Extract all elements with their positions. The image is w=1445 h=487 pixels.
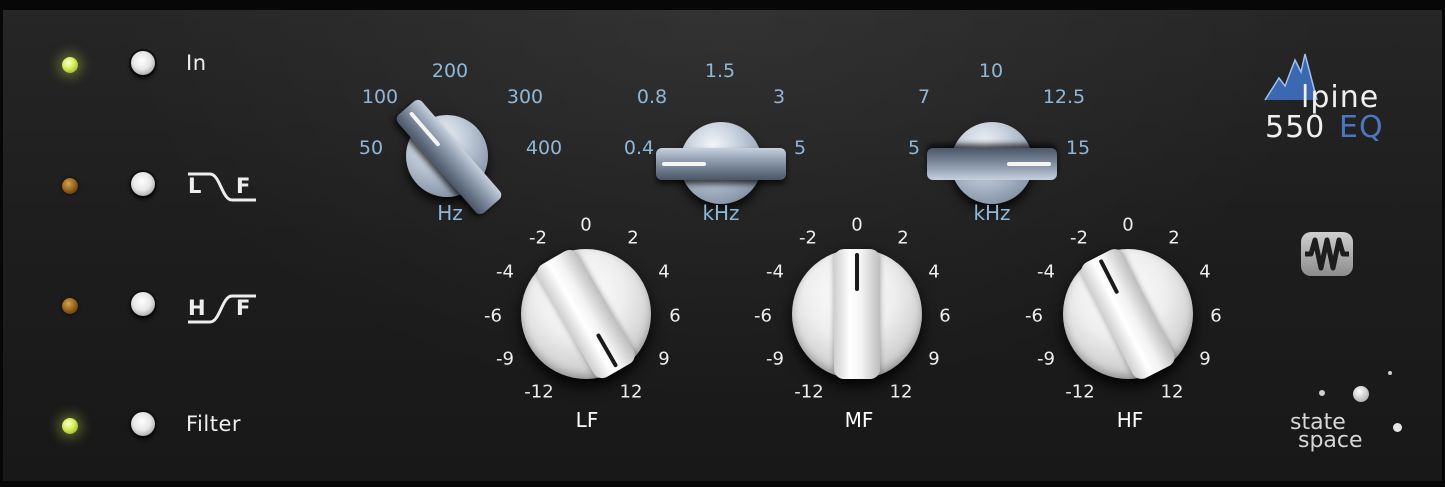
hf-gain-tick-label: 9 xyxy=(1199,348,1211,370)
mid-freq-tick-label: 1.5 xyxy=(704,60,736,82)
in-led xyxy=(62,57,78,73)
lf-gain-tick-label: 4 xyxy=(658,261,670,283)
low-freq-tick-label: 400 xyxy=(525,137,563,159)
mid-freq-indicator xyxy=(662,162,706,166)
high-freq-tick-label: 5 xyxy=(907,137,921,159)
mid-freq-pointer-bar xyxy=(656,148,786,180)
filter-button[interactable] xyxy=(131,412,155,436)
eq-panel: In L F H F Filter 50 100 200 300 400 Hz … xyxy=(0,0,1445,487)
high-freq-tick-label: 15 xyxy=(1065,137,1091,159)
mid-freq-tick-label: 5 xyxy=(793,137,807,159)
lf-gain-tick-label: -12 xyxy=(524,381,554,403)
lf-gain-tick-label: 2 xyxy=(627,227,639,249)
mf-gain-tick-label: 0 xyxy=(851,214,863,236)
filter-label: Filter xyxy=(186,412,242,436)
high-freq-unit: kHz xyxy=(973,201,1011,225)
high-freq-tick-label: 10 xyxy=(978,60,1004,82)
mf-gain-tick-label: -9 xyxy=(766,348,784,370)
dot-icon xyxy=(1393,423,1402,432)
hf-led xyxy=(62,298,78,314)
lf-gain-tick-label: -6 xyxy=(484,305,502,327)
mid-freq-tick-label: 3 xyxy=(772,86,786,108)
hf-gain-tick-label: -2 xyxy=(1070,227,1088,249)
mf-gain-tick-label: -2 xyxy=(799,227,817,249)
low-freq-tick-label: 300 xyxy=(506,86,544,108)
low-freq-unit: Hz xyxy=(437,201,463,225)
mid-freq-tick-label: 0.4 xyxy=(623,137,655,159)
mf-gain-knob[interactable] xyxy=(792,249,922,379)
mf-gain-label: MF xyxy=(844,408,874,432)
alpine-550-eq-logo: lpine 550 EQ xyxy=(1261,50,1411,150)
high-cut-filter-icon: H F xyxy=(186,290,261,328)
in-label: In xyxy=(186,51,207,75)
hf-gain-label: HF xyxy=(1116,408,1144,432)
lf-gain-grip xyxy=(533,246,639,382)
mf-gain-tick-label: 9 xyxy=(928,348,940,370)
lf-gain-tick-label: -9 xyxy=(496,348,514,370)
hf-gain-tick-label: 2 xyxy=(1168,227,1180,249)
lf-gain-tick-label: 9 xyxy=(658,348,670,370)
mid-freq-unit: kHz xyxy=(702,201,740,225)
dot-icon xyxy=(1388,371,1392,375)
lf-led xyxy=(62,178,78,194)
lf-label-right: F xyxy=(236,174,251,198)
lf-gain-knob[interactable] xyxy=(521,246,651,382)
high-freq-pointer-bar xyxy=(927,148,1057,180)
presonus-logo-icon xyxy=(1301,232,1353,276)
hf-label-right: F xyxy=(236,296,251,320)
mf-gain-pointer xyxy=(855,253,859,291)
mf-gain-tick-label: -6 xyxy=(754,305,772,327)
logo-eq: EQ xyxy=(1339,110,1384,145)
lf-gain-label: LF xyxy=(575,408,599,432)
mf-gain-tick-label: 6 xyxy=(939,305,951,327)
logo-model: 550 xyxy=(1265,110,1326,145)
low-freq-tick-label: 200 xyxy=(431,60,469,82)
lf-gain-tick-label: 12 xyxy=(619,381,643,403)
hf-gain-grip xyxy=(1077,245,1179,383)
hf-gain-tick-label: 6 xyxy=(1210,305,1222,327)
dot-icon xyxy=(1353,386,1369,402)
low-freq-tick-label: 100 xyxy=(361,86,399,108)
hf-gain-pointer xyxy=(1098,258,1120,295)
brand-line2: space xyxy=(1298,428,1363,453)
in-button[interactable] xyxy=(131,51,155,75)
mf-gain-tick-label: -4 xyxy=(766,261,784,283)
state-space-logo: state space xyxy=(1283,365,1413,460)
hf-gain-tick-label: 0 xyxy=(1122,214,1134,236)
hf-gain-knob[interactable] xyxy=(1063,245,1193,383)
hf-filter-button[interactable] xyxy=(131,292,155,316)
hf-gain-tick-label: 12 xyxy=(1160,381,1184,403)
mf-gain-tick-label: -12 xyxy=(794,381,824,403)
low-cut-filter-icon: L F xyxy=(186,170,261,208)
high-freq-indicator xyxy=(1007,162,1051,166)
low-freq-indicator xyxy=(408,111,441,147)
high-freq-tick-label: 7 xyxy=(917,86,931,108)
filter-led xyxy=(62,418,78,434)
hf-gain-tick-label: -4 xyxy=(1037,261,1055,283)
hf-gain-tick-label: -6 xyxy=(1025,305,1043,327)
lf-gain-tick-label: -2 xyxy=(529,227,547,249)
lf-filter-button[interactable] xyxy=(131,172,155,196)
hf-gain-tick-label: -9 xyxy=(1037,348,1055,370)
lf-gain-tick-label: 6 xyxy=(669,305,681,327)
low-freq-tick-label: 50 xyxy=(358,137,384,159)
dot-icon xyxy=(1319,390,1325,396)
mf-gain-grip xyxy=(834,249,880,379)
mid-freq-tick-label: 0.8 xyxy=(636,86,668,108)
hf-gain-tick-label: 4 xyxy=(1199,261,1211,283)
hf-gain-tick-label: -12 xyxy=(1065,381,1095,403)
mf-gain-tick-label: 2 xyxy=(897,227,909,249)
lf-gain-tick-label: -4 xyxy=(496,261,514,283)
mf-gain-tick-label: 4 xyxy=(928,261,940,283)
lf-gain-pointer xyxy=(595,332,619,368)
high-freq-tick-label: 12.5 xyxy=(1042,86,1086,108)
lf-gain-tick-label: 0 xyxy=(580,214,592,236)
mf-gain-tick-label: 12 xyxy=(889,381,913,403)
